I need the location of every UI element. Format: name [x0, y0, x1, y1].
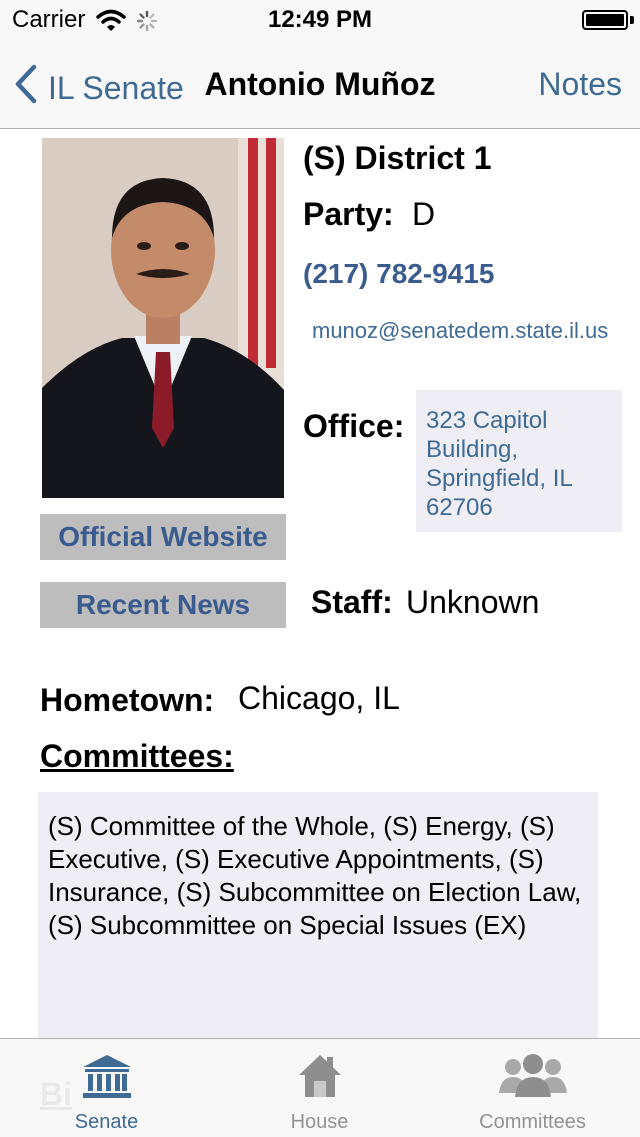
people-group-icon: [498, 1053, 567, 1102]
battery-tip: [630, 16, 634, 24]
status-time: 12:49 PM: [267, 6, 373, 33]
status-bar: Carrier 12:49 PM: [0, 0, 640, 40]
staff-label: Staff:: [311, 584, 393, 620]
house-icon: [297, 1053, 343, 1104]
tab-senate-label: Senate: [74, 1111, 139, 1133]
notes-button[interactable]: Notes: [538, 66, 622, 103]
email-link[interactable]: munoz@senatedem.state.il.us: [312, 316, 618, 346]
back-button[interactable]: IL Senate: [14, 64, 184, 112]
navigation-bar: IL Senate Antonio Muñoz Notes: [0, 40, 640, 129]
tab-committees[interactable]: Committees: [426, 1039, 639, 1137]
tab-house[interactable]: House: [213, 1039, 426, 1137]
tab-house-label: House: [290, 1111, 349, 1133]
committees-heading: Committees:: [40, 738, 234, 774]
hometown-label: Hometown:: [40, 682, 215, 718]
battery-icon: [582, 10, 628, 30]
office-address[interactable]: 323 Capitol Building, Springfield, IL 62…: [416, 390, 622, 532]
back-button-label: IL Senate: [48, 69, 184, 106]
party-label: Party:: [303, 196, 394, 232]
capitol-building-icon: [80, 1053, 134, 1104]
official-website-button[interactable]: Official Website: [40, 514, 286, 560]
chevron-left-icon: [14, 64, 38, 112]
party-value: D: [412, 196, 436, 232]
tab-senate[interactable]: Senate: [0, 1039, 213, 1137]
tab-committees-label: Committees: [479, 1111, 586, 1133]
legislator-photo: [42, 138, 284, 498]
staff-value: Unknown: [406, 584, 540, 620]
hometown-value: Chicago, IL: [238, 680, 400, 716]
office-label: Office:: [303, 408, 405, 444]
committees-list: (S) Committee of the Whole, (S) Energy, …: [38, 792, 598, 1042]
recent-news-button[interactable]: Recent News: [40, 582, 286, 628]
district-label: (S) District 1: [303, 140, 492, 176]
tab-bar: Senate House Committees: [0, 1038, 640, 1137]
phone-link[interactable]: (217) 782-9415: [303, 258, 494, 290]
